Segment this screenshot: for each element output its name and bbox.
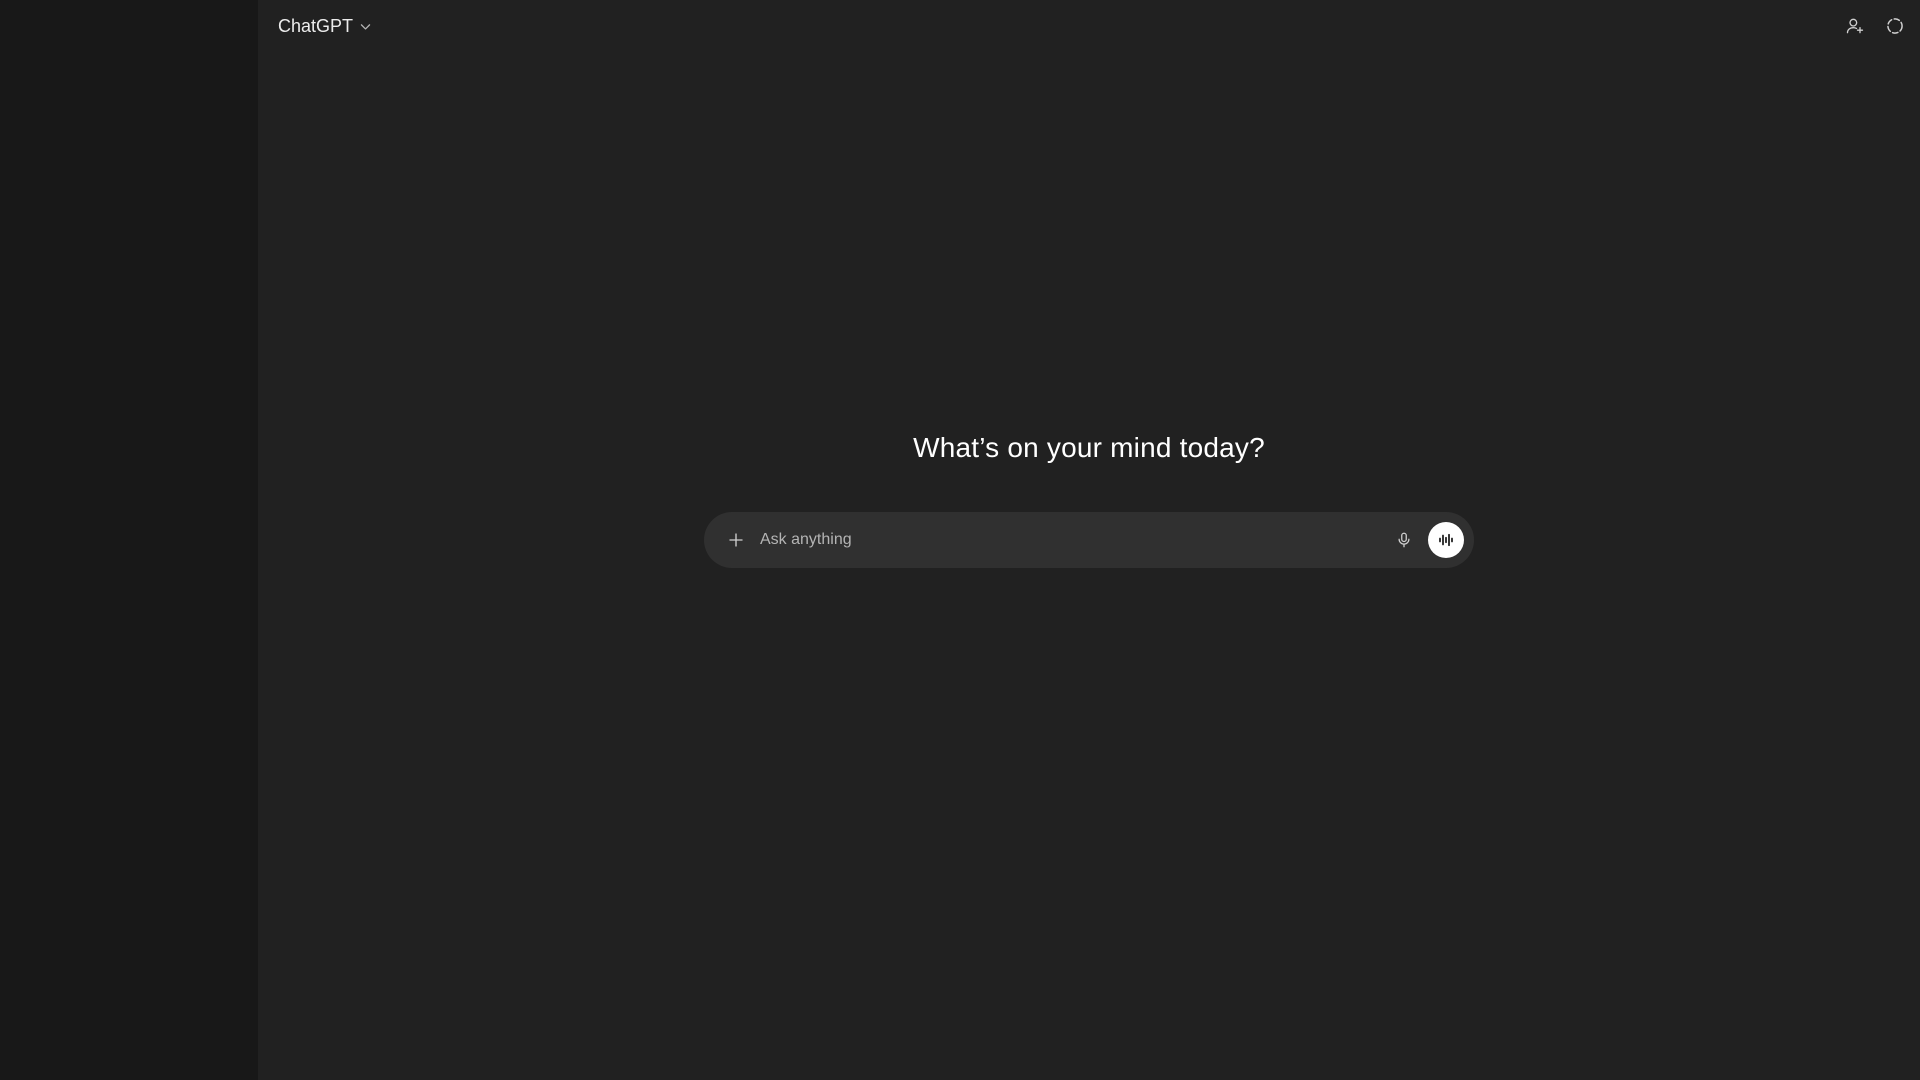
share-add-user-button[interactable] [1844, 15, 1866, 37]
top-bar: ChatGPT [258, 0, 1920, 52]
top-bar-actions [1844, 15, 1906, 37]
sound-wave-icon [1439, 533, 1453, 547]
voice-mode-button[interactable] [1428, 522, 1464, 558]
welcome-area: What’s on your mind today? [258, 432, 1920, 568]
chat-composer [704, 512, 1474, 568]
microphone-icon [1398, 532, 1410, 548]
dashed-circle-icon [1887, 18, 1903, 34]
sidebar [0, 0, 258, 1080]
chevron-down-icon [360, 23, 371, 30]
app-window: ChatGPT What’s on your mind today? Ask a… [0, 0, 1920, 1080]
model-selector-label: ChatGPT [278, 15, 354, 36]
page-title: What’s on your mind today? [913, 432, 1265, 463]
attach-button[interactable] [722, 526, 750, 554]
main-panel: ChatGPT What’s on your mind today? Ask a… [258, 0, 1920, 1080]
prompt-input[interactable] [750, 520, 1388, 560]
plus-icon [729, 533, 743, 547]
dictate-button[interactable] [1388, 524, 1420, 556]
temporary-chat-button[interactable] [1884, 15, 1906, 37]
add-user-icon [1846, 18, 1864, 34]
model-selector-button[interactable]: ChatGPT [278, 10, 372, 43]
